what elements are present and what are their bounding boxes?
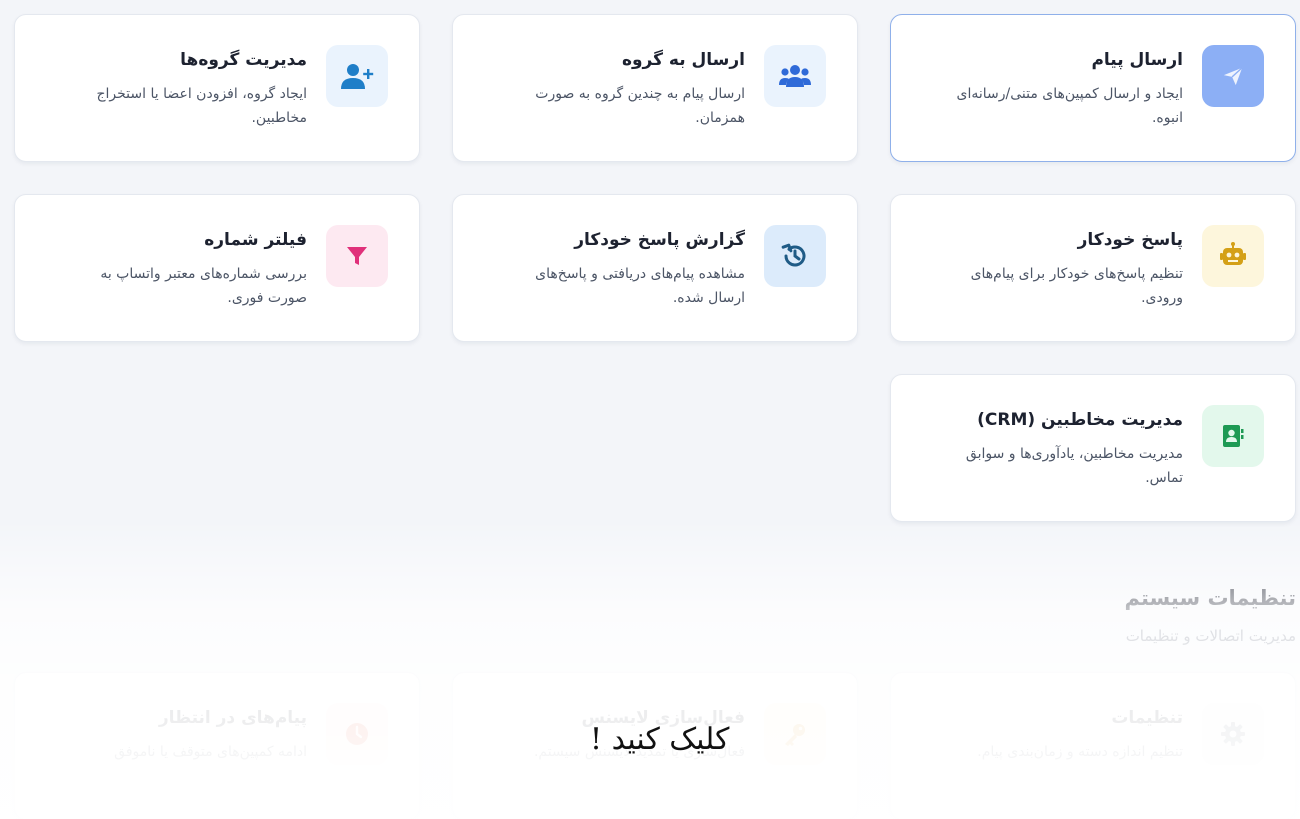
crm-card[interactable]: مدیریت مخاطبین (CRM) مدیریت مخاطبین، یاد… [890,374,1296,522]
section-subtitle: مدیریت اتصالات و تنظیمات [1125,627,1296,645]
auto-reply-card[interactable]: پاسخ خودکار تنظیم پاسخ‌های خودکار برای پ… [890,194,1296,342]
card-title: ارسال پیام [1091,50,1183,70]
history-icon [764,225,826,287]
card-title: پاسخ خودکار [1077,230,1183,250]
card-description: ادامه کمپین‌های متوقف یا ناموفق [114,744,307,760]
card-title: مدیریت مخاطبین (CRM) [977,410,1183,430]
card-description: ارسال پیام به چندین گروه به صورت همزمان. [535,86,745,126]
card-description: بررسی شماره‌های معتبر واتساپ به صورت فور… [100,266,307,306]
clock-icon [326,703,388,765]
pending-messages-card[interactable]: پیام‌های در انتظار ادامه کمپین‌های متوقف… [14,672,420,819]
settings-card[interactable]: تنظیمات تنظیم اندازه دسته و زمان‌بندی پی… [890,672,1296,819]
robot-icon [1202,225,1264,287]
key-icon [764,703,826,765]
card-description: تنظیم پاسخ‌های خودکار برای پیام‌های ورود… [970,266,1183,306]
card-description: ایجاد و ارسال کمپین‌های متنی/رسانه‌ای ان… [956,86,1183,126]
users-icon [764,45,826,107]
paper-plane-icon [1202,45,1264,107]
click-prompt[interactable]: کلیک کنید ! [590,722,729,757]
user-plus-icon [326,45,388,107]
card-title: پیام‌های در انتظار [158,708,307,728]
filter-icon [326,225,388,287]
card-title: ارسال به گروه [621,50,745,70]
gear-icon [1202,703,1264,765]
send-to-group-card[interactable]: ارسال به گروه ارسال پیام به چندین گروه ب… [452,14,858,162]
manage-groups-card[interactable]: مدیریت گروه‌ها ایجاد گروه، افزودن اعضا ی… [14,14,420,162]
dashboard: ارسال پیام ایجاد و ارسال کمپین‌های متنی/… [0,0,1300,819]
auto-reply-report-card[interactable]: گزارش پاسخ خودکار مشاهده پیام‌های دریافت… [452,194,858,342]
card-description: ایجاد گروه، افزودن اعضا یا استخراج مخاطب… [96,86,307,126]
card-title: گزارش پاسخ خودکار [574,230,745,250]
card-title: تنظیمات [1111,708,1183,728]
number-filter-card[interactable]: فیلتر شماره بررسی شماره‌های معتبر واتساپ… [14,194,420,342]
card-description: تنظیم اندازه دسته و زمان‌بندی پیام. [977,744,1183,760]
card-description: مدیریت مخاطبین، یادآوری‌ها و سوابق تماس. [965,446,1183,486]
send-message-card[interactable]: ارسال پیام ایجاد و ارسال کمپین‌های متنی/… [890,14,1296,162]
address-book-icon [1202,405,1264,467]
card-title: فیلتر شماره [204,230,307,250]
card-description: مشاهده پیام‌های دریافتی و پاسخ‌های ارسال… [535,266,745,306]
section-title: تنظیمات سیستم [1124,586,1297,610]
card-title: مدیریت گروه‌ها [180,50,307,70]
